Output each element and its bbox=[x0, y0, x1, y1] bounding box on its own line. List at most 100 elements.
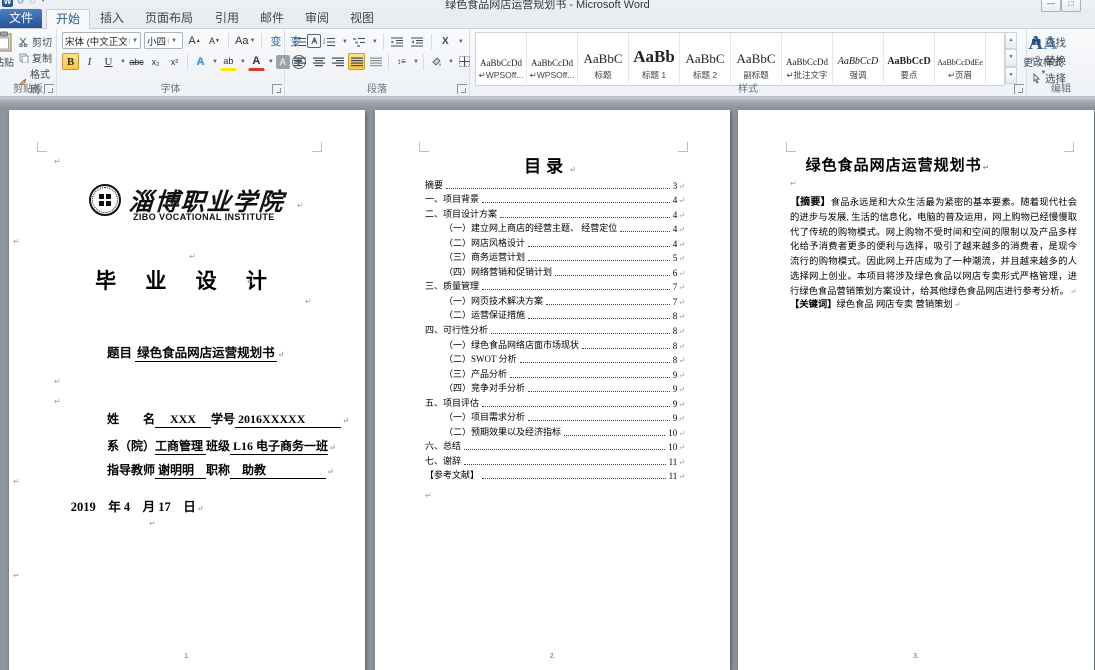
toc-entry[interactable]: （一）绿色食品网络店面市场现状8↵ bbox=[425, 336, 685, 351]
page-number: 3. bbox=[738, 653, 1094, 660]
paragraph-mark: ↵ bbox=[247, 278, 254, 286]
topic-label: 题目 bbox=[107, 346, 132, 360]
highlight-color-icon[interactable]: ab bbox=[220, 52, 237, 71]
editing-group-label: 编辑 bbox=[1027, 80, 1095, 95]
toc-entry[interactable]: 五、项目评估9↵ bbox=[425, 394, 685, 409]
toc-entry[interactable]: （三）产品分析9↵ bbox=[425, 365, 685, 380]
font-name-combo[interactable]: 宋体 (中文正文▼ bbox=[62, 32, 141, 49]
distribute-icon[interactable] bbox=[367, 53, 384, 70]
paste-button[interactable]: 粘贴 bbox=[0, 31, 17, 71]
paragraph-mark: ↵ bbox=[790, 180, 797, 188]
paragraph-mark: ↵ bbox=[189, 253, 196, 261]
style-item-标题[interactable]: AaBbC标题 bbox=[578, 33, 629, 83]
toc-entry[interactable]: （二）SWOT 分析8↵ bbox=[425, 351, 685, 366]
grow-font-button[interactable]: A▲ bbox=[186, 32, 203, 49]
styles-dialog-launcher[interactable] bbox=[1014, 84, 1024, 94]
toc-entry[interactable]: 六、总结10↵ bbox=[425, 438, 685, 453]
toc-entry[interactable]: （一）建立网上商店的经营主题、 经营定位4↵ bbox=[425, 220, 685, 235]
toc-entry[interactable]: 摘要3↵ bbox=[425, 176, 685, 191]
change-case-button[interactable]: Aa▼ bbox=[234, 32, 256, 49]
cover-field-line: 系（院）工商管理 班级 L16 电子商务一班↵ bbox=[107, 437, 336, 454]
superscript-button[interactable]: x² bbox=[166, 53, 183, 70]
toc-entry[interactable]: （一）项目需求分析9↵ bbox=[425, 409, 685, 424]
styles-gallery-scrollbar[interactable]: ▲ ▼ ▼ bbox=[1005, 32, 1017, 84]
margin-corner bbox=[37, 142, 47, 152]
font-color-icon[interactable]: A bbox=[248, 52, 265, 71]
underline-button[interactable]: U bbox=[100, 53, 117, 70]
toc-entry[interactable]: 【参考文献】11↵ bbox=[425, 467, 685, 482]
font-dialog-launcher[interactable] bbox=[272, 84, 282, 94]
justify-icon[interactable] bbox=[348, 53, 365, 70]
align-center-icon[interactable] bbox=[310, 53, 327, 70]
italic-button[interactable]: I bbox=[81, 53, 98, 70]
document-area[interactable]: ↵ ↵ 淄博职业学院 ZIBO VOCATIONAL INSTITUTE ↵ ↵… bbox=[0, 96, 1095, 589]
keywords-line: 【关键词】绿色食品 网店专卖 营销策划↵ bbox=[790, 296, 1077, 310]
strikethrough-button[interactable]: abc bbox=[128, 53, 145, 70]
style-item-副标题[interactable]: AaBbC副标题 bbox=[731, 33, 782, 83]
toc-entry[interactable]: 一、项目背景4↵ bbox=[425, 191, 685, 206]
tab-开始[interactable]: 开始 bbox=[46, 9, 90, 29]
toc-entry[interactable]: 七、谢辞11↵ bbox=[425, 452, 685, 467]
text-effects-icon[interactable]: A bbox=[192, 53, 209, 70]
paste-icon bbox=[0, 31, 14, 53]
scissors-icon bbox=[19, 37, 29, 47]
titlebar: W ↺ ↻ ▼ 绿色食品网店运营规划书 - Microsoft Word — □ bbox=[0, 0, 1095, 8]
style-item-WPSOff[interactable]: AaBbCcDd↵WPSOff... bbox=[476, 33, 527, 83]
cover-date: 2019 年 4 月 17 日↵ bbox=[9, 496, 265, 515]
style-item-要点[interactable]: AaBbCcD要点 bbox=[884, 33, 935, 83]
toc-entry[interactable]: （一）网页技术解决方案7↵ bbox=[425, 292, 685, 307]
style-item-标题2[interactable]: AaBbC标题 2 bbox=[680, 33, 731, 83]
toc-entry[interactable]: （二）运营保证措施8↵ bbox=[425, 307, 685, 322]
paragraph-dialog-launcher[interactable] bbox=[457, 84, 467, 94]
toc-entry[interactable]: 二、项目设计方案4↵ bbox=[425, 205, 685, 220]
clipboard-dialog-launcher[interactable] bbox=[44, 84, 54, 94]
style-item-强调[interactable]: AaBbCcD强调 bbox=[833, 33, 884, 83]
bullets-icon[interactable] bbox=[291, 33, 308, 50]
align-right-icon[interactable] bbox=[329, 53, 346, 70]
shading-icon[interactable] bbox=[428, 53, 445, 70]
maximize-button[interactable]: □ bbox=[1061, 0, 1081, 12]
margin-corner bbox=[678, 142, 688, 152]
page-1-cover[interactable]: ↵ ↵ 淄博职业学院 ZIBO VOCATIONAL INSTITUTE ↵ ↵… bbox=[9, 110, 365, 670]
toc-entry[interactable]: （二）网店风格设计4↵ bbox=[425, 234, 685, 249]
minimize-button[interactable]: — bbox=[1041, 0, 1061, 12]
style-item-批注文字[interactable]: AaBbCcDd↵批注文字 bbox=[782, 33, 833, 83]
find-button[interactable]: 查找 bbox=[1027, 34, 1066, 50]
toc-entry[interactable]: （四）网络营销和促销计划6↵ bbox=[425, 263, 685, 278]
toc-entry[interactable]: 四、可行性分析8↵ bbox=[425, 321, 685, 336]
multilevel-list-icon[interactable] bbox=[351, 33, 368, 50]
paragraph-mark: ↵ bbox=[13, 478, 20, 486]
find-icon bbox=[1031, 37, 1042, 48]
paragraph-mark: ↵ bbox=[305, 298, 312, 306]
styles-group-label: 样式 bbox=[470, 80, 1026, 95]
style-item-标题1[interactable]: AaBb标题 1 bbox=[629, 33, 680, 83]
decrease-indent-icon[interactable] bbox=[389, 33, 406, 50]
numbering-icon[interactable]: 12 bbox=[321, 33, 338, 50]
toc-entry[interactable]: （四）竞争对手分析9↵ bbox=[425, 380, 685, 395]
line-spacing-icon[interactable]: ↕≡ bbox=[393, 53, 410, 70]
replace-icon: ab bbox=[1031, 55, 1042, 66]
style-item-WPSOff[interactable]: AaBbCcDd↵WPSOff... bbox=[527, 33, 578, 83]
increase-indent-icon[interactable] bbox=[409, 33, 426, 50]
phonetic-guide-icon[interactable]: 变 bbox=[267, 32, 284, 49]
page-2-toc[interactable]: 目录↵ 摘要3↵一、项目背景4↵二、项目设计方案4↵（一）建立网上商店的经营主题… bbox=[375, 110, 730, 670]
font-size-combo[interactable]: 小四▼ bbox=[144, 32, 183, 49]
cut-button[interactable]: 剪切 bbox=[17, 33, 54, 50]
toc-entry[interactable]: （二）预期效果以及经济指标10↵ bbox=[425, 423, 685, 438]
toc-entry[interactable]: （三）商务运营计划5↵ bbox=[425, 249, 685, 264]
group-editing: 查找 ab 替换 选择 编辑 bbox=[1027, 28, 1095, 96]
style-item-页眉[interactable]: AaBbCcDdEe↵页眉 bbox=[935, 33, 986, 83]
toc-entry[interactable]: 三、质量管理7↵ bbox=[425, 278, 685, 293]
abstract-paragraph: 【摘要】食品永远是和大众生活最为紧密的基本要素。随着现代社会的进步与发展, 生活… bbox=[790, 196, 1077, 300]
align-left-icon[interactable] bbox=[291, 53, 308, 70]
gallery-up-icon[interactable]: ▲ bbox=[1005, 32, 1017, 49]
page-3-body[interactable]: 绿色食品网店运营规划书↵ ↵ 【摘要】食品永远是和大众生活最为紧密的基本要素。随… bbox=[738, 110, 1094, 670]
copy-button[interactable]: 复制 bbox=[17, 49, 54, 66]
subscript-button[interactable]: x₂ bbox=[147, 53, 164, 70]
replace-button[interactable]: ab 替换 bbox=[1027, 52, 1066, 68]
gallery-down-icon[interactable]: ▼ bbox=[1005, 49, 1017, 66]
shrink-font-button[interactable]: A▼ bbox=[206, 32, 223, 49]
bold-button[interactable]: B bbox=[62, 53, 79, 70]
window-title: 绿色食品网店运营规划书 - Microsoft Word bbox=[0, 0, 1095, 12]
asian-layout-icon[interactable]: X bbox=[437, 33, 454, 50]
